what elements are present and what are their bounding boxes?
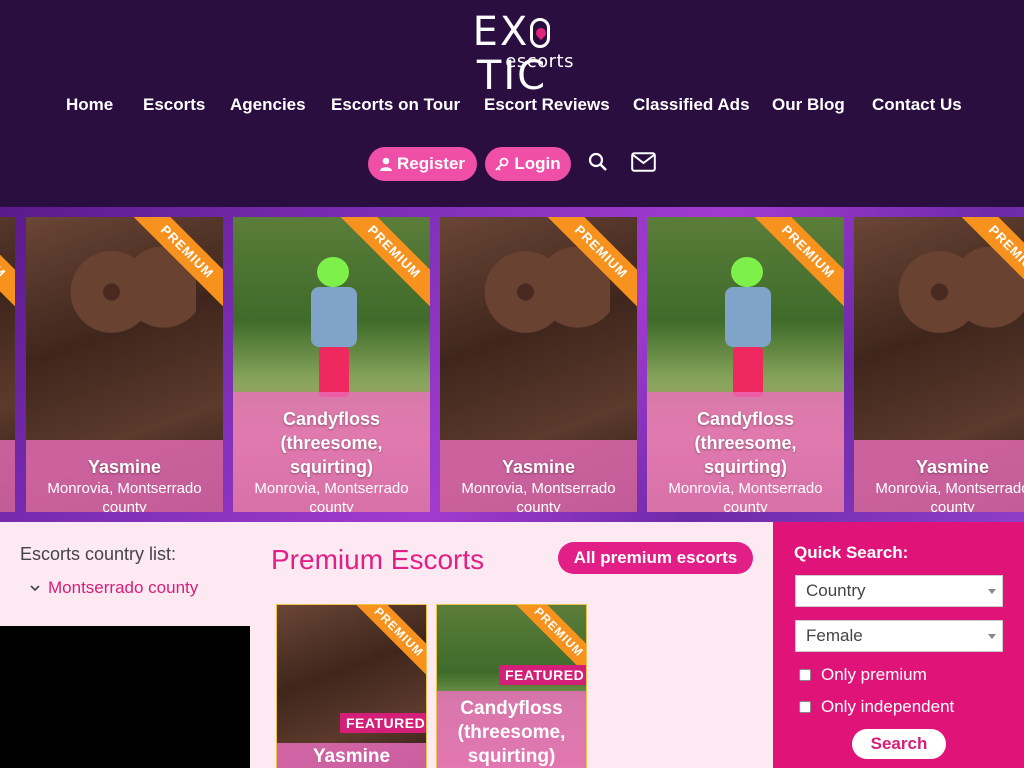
country-sidebar: Escorts country list: Montserrado county: [0, 522, 250, 626]
search-button[interactable]: Search: [852, 729, 946, 759]
section-title: Premium Escorts: [271, 544, 485, 575]
sidebar-item-montserrado[interactable]: Montserrado county: [30, 578, 198, 598]
carousel-card[interactable]: PREMIUM Yasmine Monrovia, Montserrado co…: [440, 217, 637, 512]
dropdown-arrow-icon: [988, 589, 996, 594]
premium-card[interactable]: PREMIUM FEATURED Candyfloss (threesome, …: [436, 604, 587, 768]
search-icon[interactable]: [588, 152, 608, 177]
all-premium-button[interactable]: All premium escorts: [558, 542, 753, 574]
carousel-card[interactable]: PREMIUM Yasmine Monrovia, Montserrado co…: [854, 217, 1024, 512]
featured-badge: FEATURED: [499, 665, 586, 685]
escort-location: Monrovia, Montserrado county: [461, 480, 616, 512]
carousel-card[interactable]: PREMIUM Yasmine Monrovia, Montserrado co…: [26, 217, 223, 512]
only-independent-checkbox[interactable]: Only independent: [799, 697, 954, 717]
main-nav: Home Escorts Agencies Escorts on Tour Es…: [0, 95, 1024, 119]
only-premium-checkbox[interactable]: Only premium: [799, 665, 927, 685]
register-button[interactable]: Register: [368, 147, 477, 181]
nav-agencies[interactable]: Agencies: [230, 95, 306, 115]
carousel-card[interactable]: PREMIUM Candyfloss (threesome, squirting…: [233, 217, 430, 512]
premium-carousel: PREMIUM PREMIUM Yasmine Monrovia, Montse…: [0, 207, 1024, 522]
nav-escorts[interactable]: Escorts: [143, 95, 205, 115]
quick-search-title: Quick Search:: [794, 543, 909, 562]
nav-home[interactable]: Home: [66, 95, 113, 115]
quick-search-panel: Quick Search: Country Female Only premiu…: [773, 522, 1024, 768]
dropdown-arrow-icon: [988, 634, 996, 639]
sidebar-title: Escorts country list:: [20, 544, 177, 564]
escort-name: Yasmine: [915, 457, 990, 477]
carousel-card[interactable]: PREMIUM Candyfloss (threesome, squirting…: [647, 217, 844, 512]
sidebar-black-panel: [0, 626, 250, 768]
escort-location: Monrovia, Montserrado county: [254, 480, 409, 512]
key-icon: [495, 157, 509, 171]
escort-name: Yasmine: [87, 457, 162, 477]
login-button[interactable]: Login: [485, 147, 571, 181]
featured-badge: FEATURED: [340, 713, 426, 733]
country-select[interactable]: Country: [795, 575, 1003, 607]
escort-location: Monrovia, Montserrado county: [47, 480, 202, 512]
escort-name: Candyfloss (threesome, squirting): [457, 698, 566, 767]
heart-icon: [530, 18, 551, 48]
checkbox-box[interactable]: [799, 701, 811, 713]
nav-our-blog[interactable]: Our Blog: [772, 95, 845, 115]
escort-name: Candyfloss (threesome, squirting): [694, 409, 797, 477]
gender-select[interactable]: Female: [795, 620, 1003, 652]
mail-icon[interactable]: [631, 152, 656, 177]
checkbox-box[interactable]: [799, 669, 811, 681]
escort-name: Yasmine: [312, 746, 391, 767]
user-icon: [379, 157, 392, 171]
site-header: EXTIC escorts Home Escorts Agencies Esco…: [0, 0, 1024, 207]
premium-card[interactable]: PREMIUM FEATURED Yasmine: [276, 604, 427, 768]
nav-contact-us[interactable]: Contact Us: [872, 95, 962, 115]
nav-escorts-on-tour[interactable]: Escorts on Tour: [331, 95, 460, 115]
nav-classified-ads[interactable]: Classified Ads: [633, 95, 750, 115]
nav-escort-reviews[interactable]: Escort Reviews: [484, 95, 610, 115]
escort-location: Monrovia, Montserrado county: [668, 480, 823, 512]
site-logo[interactable]: EXTIC escorts: [446, 10, 578, 98]
premium-section: Premium Escorts All premium escorts PREM…: [250, 522, 773, 768]
carousel-card[interactable]: PREMIUM: [0, 217, 15, 512]
escort-name: Yasmine: [501, 457, 576, 477]
escort-location: Monrovia, Montserrado county: [875, 480, 1024, 512]
chevron-down-icon: [30, 584, 40, 591]
escort-name: Candyfloss (threesome, squirting): [280, 409, 383, 477]
